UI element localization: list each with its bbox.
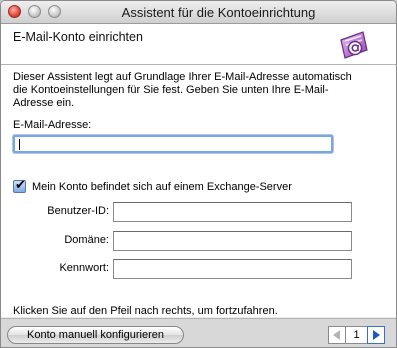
email-field[interactable] — [13, 135, 333, 153]
password-label: Kennwort: — [59, 262, 109, 274]
checkmark-icon: ✔ — [15, 177, 26, 192]
entourage-logo-icon — [337, 28, 371, 62]
continue-hint: Klicken Sie auf den Pfeil nach rechts, u… — [13, 305, 278, 317]
content-panel: Dieser Assistent legt auf Grundlage Ihre… — [1, 65, 396, 317]
user-id-field[interactable] — [113, 202, 352, 222]
arrow-right-icon — [373, 330, 380, 340]
email-label: E-Mail-Adresse: — [13, 119, 92, 131]
exchange-checkbox[interactable]: ✔ — [13, 177, 26, 193]
previous-page-button[interactable] — [328, 326, 346, 344]
title-bar[interactable]: Assistent für die Kontoeinrichtung — [1, 1, 396, 24]
page-number: 1 — [346, 326, 367, 344]
next-page-button[interactable] — [367, 326, 385, 344]
assistant-header: E-Mail-Konto einrichten — [1, 24, 396, 65]
arrow-left-icon — [333, 330, 340, 340]
instructions-text: Dieser Assistent legt auf Grundlage Ihre… — [13, 71, 352, 109]
domain-field[interactable] — [113, 231, 352, 251]
page-title: E-Mail-Konto einrichten — [13, 30, 143, 44]
domain-label: Domäne: — [64, 234, 109, 246]
account-setup-window: Assistent für die Kontoeinrichtung E-Mai… — [0, 0, 397, 348]
configure-manually-button[interactable]: Konto manuell konfigurieren — [7, 326, 184, 344]
exchange-checkbox-label[interactable]: Mein Konto befindet sich auf einem Excha… — [32, 181, 292, 193]
user-id-label: Benutzer-ID: — [47, 205, 109, 217]
password-field[interactable] — [113, 259, 352, 279]
text-caret — [19, 139, 20, 150]
window-title: Assistent für die Kontoeinrichtung — [121, 5, 316, 20]
bottom-bar: Konto manuell konfigurieren 1 — [1, 318, 396, 347]
